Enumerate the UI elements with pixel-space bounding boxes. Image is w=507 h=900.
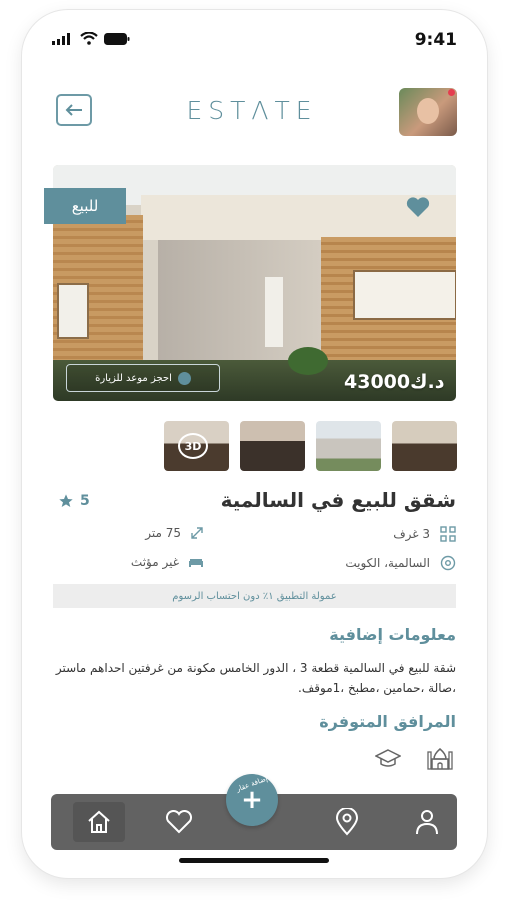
- rooms-value: 3 غرف: [393, 527, 430, 541]
- listing-title: شقق للبيع في السالمية: [220, 488, 456, 512]
- app-logo: ESTΛTE: [186, 96, 318, 125]
- location-value: السالمية، الكويت: [345, 556, 430, 570]
- arrow-left-icon: [65, 104, 82, 116]
- thumbnail-strip: 3D: [164, 421, 457, 471]
- battery-icon: [104, 32, 130, 45]
- mosque-icon: [425, 743, 455, 773]
- rooms-icon: [440, 526, 456, 542]
- location-pin-icon: [440, 555, 456, 571]
- extra-info-description: شقة للبيع في السالمية قطعة 3 ، الدور الخ…: [55, 661, 456, 695]
- avatar-face: [417, 98, 439, 124]
- home-indicator: [179, 858, 329, 863]
- graduation-cap-icon: [373, 743, 403, 773]
- rooms-info: 3 غرف: [393, 526, 456, 542]
- heart-icon: [165, 810, 193, 834]
- sale-tag: للبيع: [44, 188, 126, 224]
- favorite-heart-icon[interactable]: [406, 196, 430, 222]
- rating: 5: [58, 493, 90, 509]
- clock-icon: [177, 371, 191, 385]
- nav-map[interactable]: [327, 802, 367, 842]
- thumbnail[interactable]: [392, 421, 457, 471]
- location-pin-icon: [335, 808, 359, 836]
- rating-value: 5: [80, 493, 90, 509]
- thumbnail[interactable]: [240, 421, 305, 471]
- furnishing-value: غير مؤثث: [130, 555, 179, 569]
- wifi-icon: [80, 32, 98, 45]
- facilities-title: المرافق المتوفرة: [319, 712, 456, 731]
- user-icon: [416, 810, 438, 835]
- status-time: 9:41: [414, 30, 457, 50]
- phone-frame: 9:41 ESTΛTE للبيع احجز موعد للزيارة 4300…: [22, 10, 487, 878]
- nav-home[interactable]: [73, 802, 125, 842]
- home-icon: [88, 810, 110, 833]
- price: 43000د.ك: [344, 371, 445, 393]
- sofa-icon: [189, 559, 203, 567]
- expand-icon: [191, 527, 203, 539]
- thumbnail[interactable]: [316, 421, 381, 471]
- thumbnail-3d[interactable]: 3D: [164, 421, 229, 471]
- furnishing-info: غير مؤثث: [131, 555, 203, 569]
- area-info: 75 متر: [145, 526, 203, 540]
- notification-dot: [448, 89, 455, 96]
- visit-label: احجز موعد للزيارة: [95, 372, 172, 384]
- area-value: 75 متر: [145, 526, 181, 540]
- avatar[interactable]: [399, 88, 457, 136]
- 3d-view-icon: 3D: [178, 433, 208, 459]
- nav-favorites[interactable]: [159, 802, 199, 842]
- extra-info-title: معلومات إضافية: [329, 625, 456, 644]
- status-icons: [52, 32, 130, 45]
- nav-profile[interactable]: [407, 802, 447, 842]
- star-icon: [59, 494, 73, 507]
- location-info: السالمية، الكويت: [345, 555, 456, 571]
- commission-note: عمولة التطبيق ١٪ دون احتساب الرسوم: [53, 584, 456, 608]
- book-visit-button[interactable]: احجز موعد للزيارة: [66, 364, 220, 392]
- signal-icon: [52, 32, 70, 45]
- back-button[interactable]: [56, 94, 92, 126]
